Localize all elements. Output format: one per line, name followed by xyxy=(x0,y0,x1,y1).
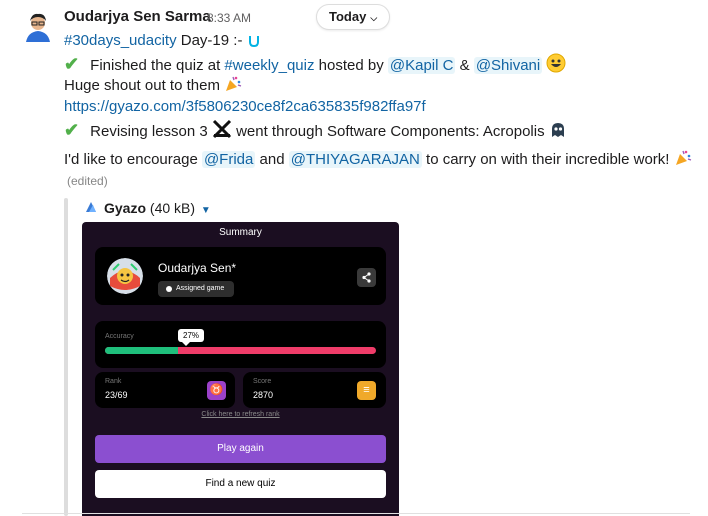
message-line-1: #30days_udacity Day-19 :- xyxy=(64,31,261,54)
line2-prefix: Finished the quiz at xyxy=(90,57,225,74)
quiz-avatar xyxy=(107,258,143,294)
accuracy-label: Accuracy xyxy=(105,333,134,340)
rank-label: Rank xyxy=(105,378,122,385)
line3-text: Huge shout out to them xyxy=(64,77,220,94)
line2-mid: hosted by xyxy=(314,57,388,74)
rank-value: 23/69 xyxy=(105,390,128,400)
party-popper-emoji xyxy=(224,75,242,99)
score-icon: ≡ xyxy=(357,381,376,400)
badge-label: Assigned game xyxy=(176,285,225,292)
date-divider-button[interactable]: Today ⌵ xyxy=(316,4,391,30)
line6-mid: and xyxy=(255,151,289,168)
timestamp[interactable]: 8:33 AM xyxy=(207,11,251,25)
accuracy-card: Accuracy 27% xyxy=(95,321,386,368)
score-value: 2870 xyxy=(253,390,274,400)
mention-thiyagarajan[interactable]: @THIYAGARAJAN xyxy=(288,151,422,168)
score-label: Score xyxy=(253,378,272,385)
assigned-game-badge: Assigned game xyxy=(158,281,235,297)
acropolis-icon xyxy=(211,119,232,145)
message-line-4: https://gyazo.com/3f5806230ce8f2ca635835… xyxy=(64,97,426,117)
edited-label: (edited) xyxy=(67,174,108,188)
channel-link-30days[interactable]: #30days_udacity xyxy=(64,32,177,49)
smile-emoji xyxy=(546,53,566,79)
sender-name[interactable]: Oudarjya Sen Sarma xyxy=(64,8,211,25)
line6-suffix: to carry on with their incredible work! xyxy=(421,151,670,168)
ghost-emoji xyxy=(549,121,567,145)
attachment-border xyxy=(64,198,68,516)
share-icon[interactable] xyxy=(357,268,376,287)
line2-amp: & xyxy=(455,57,474,74)
attachment-header[interactable]: Gyazo (40 kB) ▼ xyxy=(104,199,211,220)
party-popper-emoji xyxy=(674,149,692,173)
channel-link-weekly-quiz[interactable]: #weekly_quiz xyxy=(224,57,314,74)
divider xyxy=(22,513,690,514)
line5-prefix: Revising lesson 3 xyxy=(90,123,212,140)
mention-kapil[interactable]: @Kapil C xyxy=(387,57,456,74)
gyazo-icon xyxy=(84,200,98,214)
badge-dot-icon xyxy=(166,286,172,292)
play-again-button[interactable]: Play again xyxy=(95,435,386,463)
attachment-size: (40 kB) xyxy=(149,200,196,216)
accuracy-badge: 27% xyxy=(178,329,205,346)
check-icon: ✔ xyxy=(64,120,80,140)
chevron-down-icon[interactable]: ▼ xyxy=(201,205,211,216)
find-new-quiz-button[interactable]: Find a new quiz xyxy=(95,470,386,498)
player-name: Oudarjya Sen* xyxy=(158,261,237,275)
date-label: Today xyxy=(329,9,367,24)
udacity-icon xyxy=(247,34,261,54)
accuracy-bar-fill xyxy=(105,347,178,354)
refresh-rank-link[interactable]: Click here to refresh rank xyxy=(82,411,399,418)
check-icon: ✔ xyxy=(64,54,80,74)
avatar[interactable] xyxy=(22,10,54,42)
attachment-source: Gyazo xyxy=(104,200,147,216)
player-card: Oudarjya Sen* Assigned game xyxy=(95,247,386,305)
line5-suffix: went through Software Components: Acropo… xyxy=(236,123,549,140)
mention-shivani[interactable]: @Shivani xyxy=(473,57,543,74)
mention-frida[interactable]: @Frida xyxy=(201,151,256,168)
score-card: Score 2870 ≡ xyxy=(243,372,386,408)
rank-icon: ♉ xyxy=(207,381,226,400)
message-line-5: ✔ Revising lesson 3 went through Softwar… xyxy=(64,119,567,145)
rank-card: Rank 23/69 ♉ xyxy=(95,372,235,408)
chevron-down-icon: ⌵ xyxy=(370,13,378,23)
gyazo-link[interactable]: https://gyazo.com/3f5806230ce8f2ca635835… xyxy=(64,98,426,115)
line6-prefix: I'd like to encourage xyxy=(64,151,202,168)
attachment-image[interactable]: Summary Oudarjya Sen* Assigned game Accu… xyxy=(82,222,399,516)
message-line-6: I'd like to encourage @Frida and @THIYAG… xyxy=(64,149,692,173)
line1-text: Day-19 :- xyxy=(176,32,243,49)
message-line-3: Huge shout out to them xyxy=(64,75,242,99)
quiz-summary-title: Summary xyxy=(219,227,262,238)
slack-message: Oudarjya Sen Sarma 8:33 AM Today ⌵ #30day… xyxy=(0,0,708,516)
